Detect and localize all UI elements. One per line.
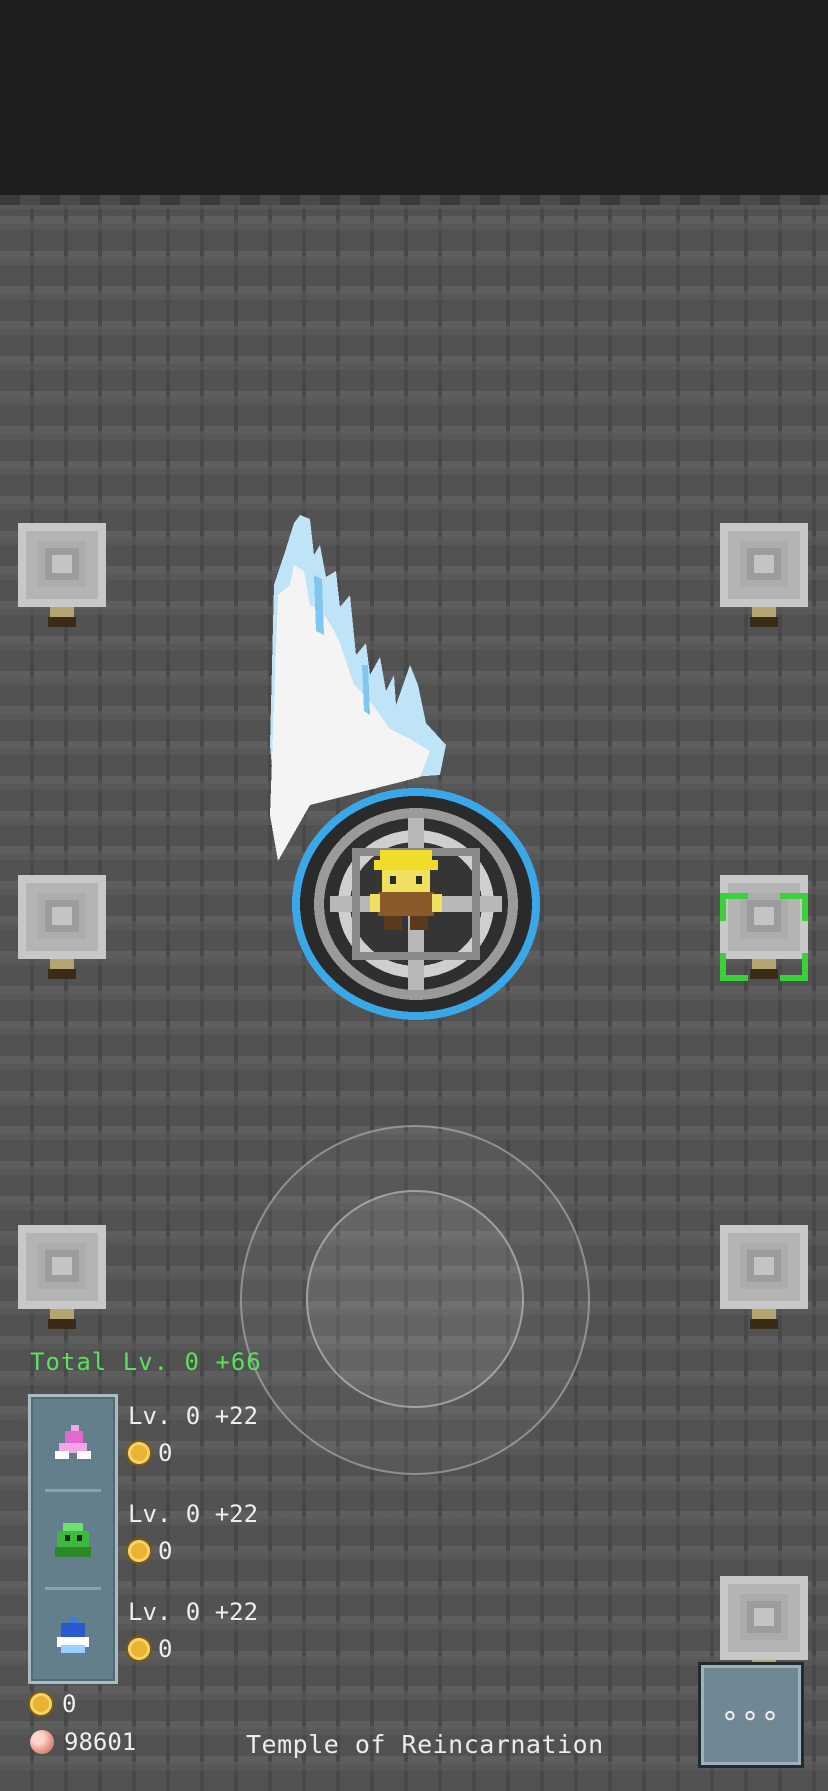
skill-level-label: Lv. 0 +22 bbox=[128, 1500, 259, 1528]
skill-cost: 0 bbox=[158, 1537, 173, 1565]
pink-spirit-icon bbox=[55, 1425, 91, 1459]
skill-panel bbox=[28, 1394, 118, 1684]
coin-icon bbox=[30, 1693, 52, 1715]
selection-corner-icon bbox=[780, 893, 808, 921]
selection-corner-icon bbox=[780, 953, 808, 981]
coin-icon bbox=[128, 1540, 150, 1562]
gem-amount: 98601 bbox=[64, 1728, 137, 1756]
skill-info-3: Lv. 0 +22 0 bbox=[128, 1598, 258, 1666]
top-status-area bbox=[0, 0, 828, 195]
pillar-lamp-icon[interactable] bbox=[18, 1225, 106, 1329]
more-icon: ∘∘∘ bbox=[720, 1697, 782, 1733]
skill-level-label: Lv. 0 +22 bbox=[128, 1402, 259, 1430]
blue-flame-icon bbox=[57, 1617, 89, 1653]
selected-pillar-lamp[interactable] bbox=[720, 875, 808, 981]
panel-divider bbox=[45, 1489, 101, 1492]
pillar-lamp-icon[interactable] bbox=[720, 1225, 808, 1329]
pillar-lamp-icon[interactable] bbox=[18, 875, 106, 979]
hero-icon[interactable] bbox=[370, 848, 442, 938]
skill-info-2: Lv. 0 +22 0 bbox=[128, 1500, 258, 1568]
coin-icon bbox=[128, 1442, 150, 1464]
skill-level-label: Lv. 0 +22 bbox=[128, 1598, 259, 1626]
skill-slot-1[interactable] bbox=[31, 1397, 115, 1491]
floor-edge bbox=[0, 195, 828, 205]
selection-corner-icon bbox=[720, 953, 748, 981]
skill-info-1: Lv. 0 +22 0 bbox=[128, 1402, 258, 1470]
gold-counter: 0 bbox=[30, 1690, 76, 1718]
gem-icon bbox=[30, 1730, 54, 1754]
joystick-knob[interactable] bbox=[306, 1190, 524, 1408]
selection-corner-icon bbox=[720, 893, 748, 921]
skill-slot-2[interactable] bbox=[31, 1493, 115, 1587]
skill-cost: 0 bbox=[158, 1635, 173, 1663]
gold-amount: 0 bbox=[62, 1690, 77, 1718]
skill-slot-3[interactable] bbox=[31, 1589, 115, 1683]
coin-icon bbox=[128, 1638, 150, 1660]
pillar-lamp-icon[interactable] bbox=[18, 523, 106, 627]
green-slime-icon bbox=[55, 1523, 91, 1557]
total-level-label: Total Lv. 0 +66 bbox=[30, 1348, 262, 1376]
more-button[interactable]: ∘∘∘ bbox=[698, 1662, 804, 1768]
pillar-lamp-icon[interactable] bbox=[720, 523, 808, 627]
skill-cost: 0 bbox=[158, 1439, 173, 1467]
location-name: Temple of Reincarnation bbox=[246, 1730, 604, 1759]
gem-counter: 98601 bbox=[30, 1728, 136, 1756]
